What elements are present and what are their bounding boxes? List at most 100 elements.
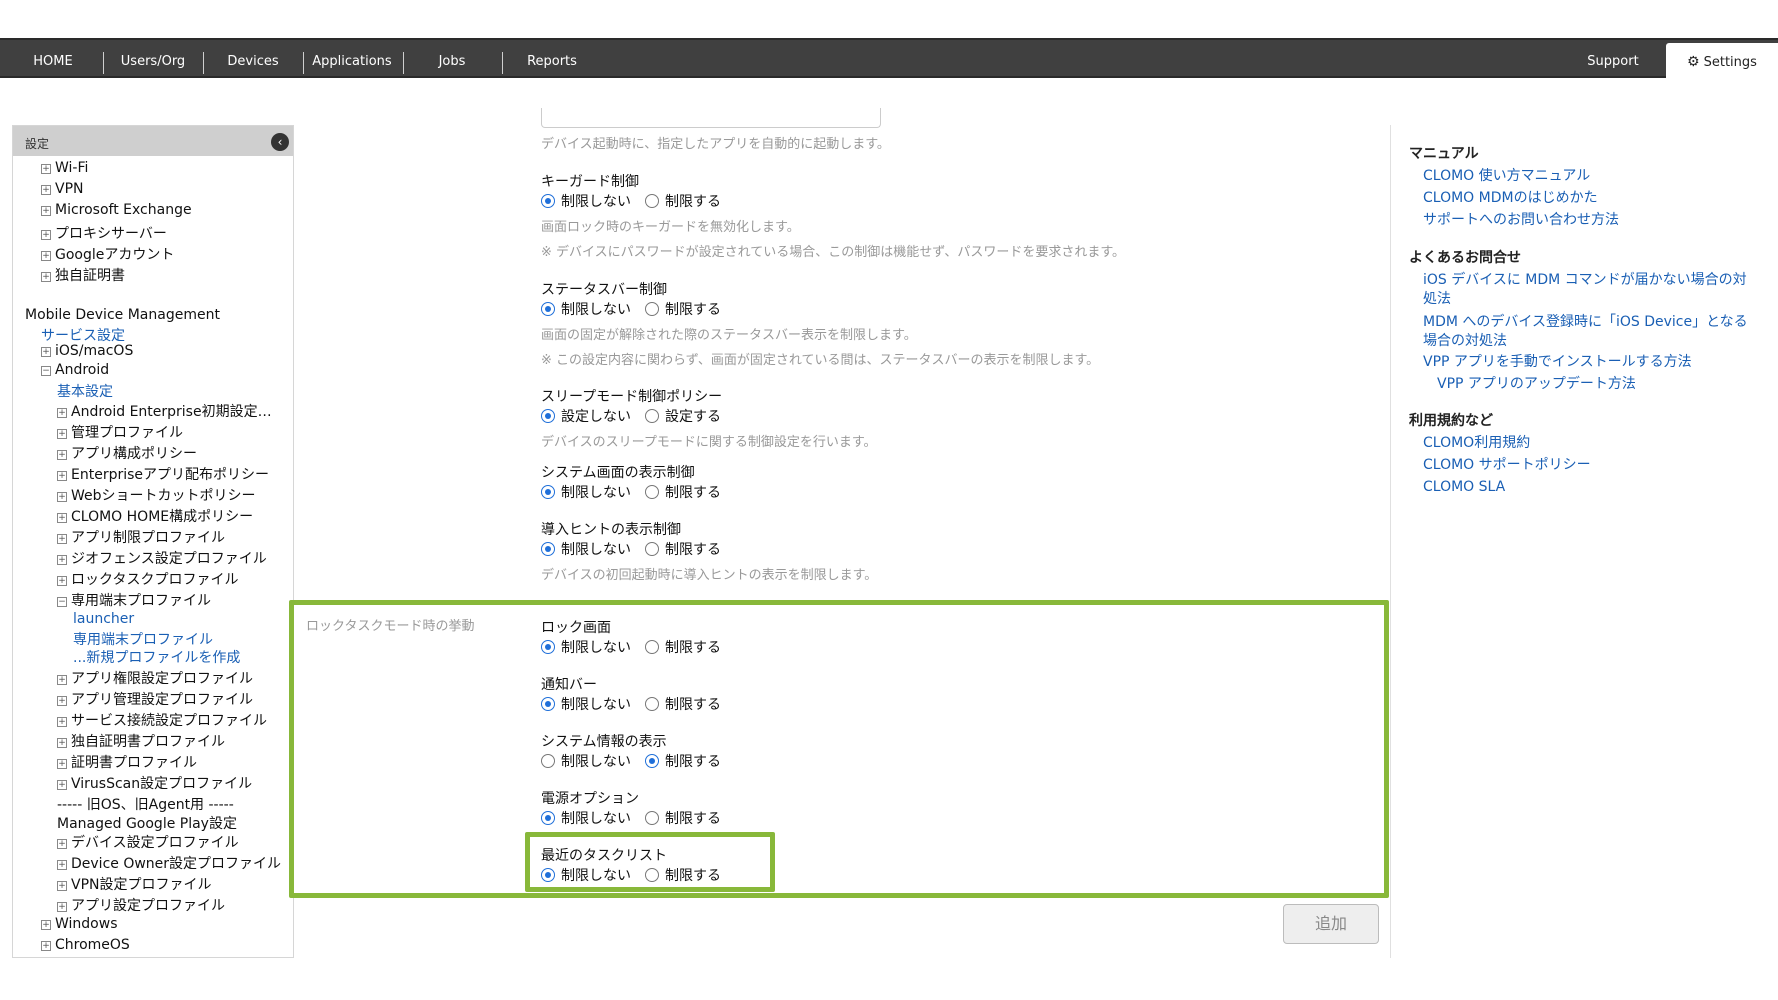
expand-icon[interactable]: + bbox=[57, 759, 67, 769]
sidebar-tree-item[interactable]: Managed Google Play設定 bbox=[57, 813, 237, 833]
expand-icon[interactable]: + bbox=[41, 230, 51, 240]
faq-link[interactable]: MDM へのデバイス登録時に「iOS Device」となる 場合の対処法 bbox=[1423, 313, 1748, 351]
sidebar-tree-item[interactable]: + アプリ構成ポリシー bbox=[57, 443, 197, 463]
manual-link[interactable]: CLOMO 使い方マニュアル bbox=[1423, 167, 1590, 186]
sidebar-tree-item[interactable]: Mobile Device Management bbox=[25, 307, 220, 323]
expand-icon[interactable]: + bbox=[57, 576, 67, 586]
radio-option-2[interactable] bbox=[645, 542, 659, 556]
nav-applications[interactable]: Applications bbox=[308, 40, 396, 76]
expand-icon[interactable]: + bbox=[41, 185, 51, 195]
expand-icon[interactable]: + bbox=[41, 347, 51, 357]
radio-option-1[interactable] bbox=[541, 302, 555, 316]
expand-icon[interactable]: + bbox=[41, 272, 51, 282]
expand-icon[interactable]: + bbox=[41, 164, 51, 174]
add-button[interactable]: 追加 bbox=[1283, 904, 1379, 944]
radio-option-1-label[interactable]: 制限しない bbox=[561, 542, 631, 558]
sidebar-tree-item[interactable]: + iOS/macOS bbox=[41, 343, 133, 359]
expand-icon[interactable]: + bbox=[57, 492, 67, 502]
expand-icon[interactable]: + bbox=[57, 717, 67, 727]
radio-option-1[interactable] bbox=[541, 485, 555, 499]
sidebar-tree-item[interactable]: + 管理プロファイル bbox=[57, 422, 183, 442]
radio-option-1-label[interactable]: 制限しない bbox=[561, 485, 631, 501]
autostart-app-input[interactable] bbox=[541, 108, 881, 128]
expand-icon[interactable]: + bbox=[57, 675, 67, 685]
expand-icon[interactable]: + bbox=[57, 696, 67, 706]
expand-icon[interactable]: + bbox=[57, 780, 67, 790]
radio-option-2[interactable] bbox=[645, 409, 659, 423]
radio-option-2-label[interactable]: 制限する bbox=[665, 194, 721, 210]
radio-option-1-label[interactable]: 制限しない bbox=[561, 194, 631, 210]
collapse-icon[interactable]: − bbox=[57, 597, 67, 607]
nav-settings-tab[interactable]: ⚙ Settings bbox=[1666, 43, 1778, 80]
sidebar-tree-item[interactable]: + 独自証明書プロファイル bbox=[57, 731, 225, 751]
nav-jobs[interactable]: Jobs bbox=[420, 40, 484, 76]
nav-reports[interactable]: Reports bbox=[518, 40, 586, 76]
sidebar-link[interactable]: 専用端末プロファイル bbox=[73, 629, 213, 649]
sidebar-tree-item[interactable]: + アプリ設定プロファイル bbox=[57, 895, 225, 915]
expand-icon[interactable]: + bbox=[41, 206, 51, 216]
sidebar-link[interactable]: 基本設定 bbox=[57, 381, 113, 401]
expand-icon[interactable]: + bbox=[57, 450, 67, 460]
expand-icon[interactable]: + bbox=[41, 941, 51, 951]
radio-option-1[interactable] bbox=[541, 542, 555, 556]
nav-support[interactable]: Support bbox=[1578, 40, 1648, 76]
radio-option-2[interactable] bbox=[645, 485, 659, 499]
expand-icon[interactable]: + bbox=[57, 902, 67, 912]
sidebar-link[interactable]: サービス設定 bbox=[41, 325, 125, 345]
manual-link[interactable]: サポートへのお問い合わせ方法 bbox=[1423, 211, 1619, 230]
sidebar-tree-item[interactable]: + VirusScan設定プロファイル bbox=[57, 773, 252, 793]
radio-option-2-label[interactable]: 設定する bbox=[665, 409, 721, 425]
faq-link[interactable]: iOS デバイスに MDM コマンドが届かない場合の対 処法 bbox=[1423, 271, 1747, 309]
radio-option-1-label[interactable]: 設定しない bbox=[561, 409, 631, 425]
sidebar-tree-item[interactable]: + アプリ管理設定プロファイル bbox=[57, 689, 253, 709]
terms-link[interactable]: CLOMO サポートポリシー bbox=[1423, 456, 1591, 475]
sidebar-tree-item[interactable]: + 独自証明書 bbox=[41, 265, 125, 285]
sidebar-tree-item[interactable]: + アプリ権限設定プロファイル bbox=[57, 668, 253, 688]
collapse-icon[interactable]: − bbox=[41, 366, 51, 376]
radio-option-2-label[interactable]: 制限する bbox=[665, 485, 721, 501]
collapse-sidebar-icon[interactable]: ‹ bbox=[271, 133, 289, 151]
sidebar-tree-item[interactable]: − Android bbox=[41, 362, 109, 378]
sidebar-tree-item[interactable]: ----- 旧OS、旧Agent用 ----- bbox=[57, 794, 234, 814]
radio-option-2[interactable] bbox=[645, 302, 659, 316]
nav-users-org[interactable]: Users/Org bbox=[110, 40, 196, 76]
sidebar-tree-item[interactable]: + CLOMO HOME構成ポリシー bbox=[57, 506, 253, 526]
sidebar-tree-item[interactable]: + VPN設定プロファイル bbox=[57, 874, 212, 894]
expand-icon[interactable]: + bbox=[57, 429, 67, 439]
sidebar-tree-item[interactable]: + プロキシサーバー bbox=[41, 223, 167, 243]
expand-icon[interactable]: + bbox=[57, 881, 67, 891]
sidebar-tree-item[interactable]: + ジオフェンス設定プロファイル bbox=[57, 548, 267, 568]
sidebar-tree-item[interactable]: + Webショートカットポリシー bbox=[57, 485, 256, 505]
sidebar-tree-item[interactable]: + Microsoft Exchange bbox=[41, 202, 192, 218]
radio-option-2[interactable] bbox=[645, 194, 659, 208]
radio-option-1[interactable] bbox=[541, 194, 555, 208]
sidebar-tree-item[interactable]: + Windows bbox=[41, 916, 118, 932]
sidebar-tree-item[interactable]: + Googleアカウント bbox=[41, 244, 174, 264]
expand-icon[interactable]: + bbox=[57, 738, 67, 748]
sidebar-tree-item[interactable]: + ロックタスクプロファイル bbox=[57, 569, 238, 589]
expand-icon[interactable]: + bbox=[57, 534, 67, 544]
sidebar-tree-item[interactable]: + アプリ制限プロファイル bbox=[57, 527, 225, 547]
sidebar-tree-item[interactable]: + サービス接続設定プロファイル bbox=[57, 710, 267, 730]
radio-option-2-label[interactable]: 制限する bbox=[665, 302, 721, 318]
sidebar-link[interactable]: ...新規プロファイルを作成 bbox=[73, 647, 240, 667]
sidebar-tree-item[interactable]: + Device Owner設定プロファイル bbox=[57, 853, 281, 873]
sidebar-tree-item[interactable]: + Enterpriseアプリ配布ポリシー bbox=[57, 464, 269, 484]
expand-icon[interactable]: + bbox=[41, 920, 51, 930]
sidebar-link[interactable]: launcher bbox=[73, 611, 134, 627]
nav-devices[interactable]: Devices bbox=[214, 40, 292, 76]
sidebar-tree-item[interactable]: + Wi-Fi bbox=[41, 160, 88, 176]
expand-icon[interactable]: + bbox=[57, 513, 67, 523]
expand-icon[interactable]: + bbox=[57, 860, 67, 870]
sidebar-tree-item[interactable]: + ChromeOS bbox=[41, 937, 130, 953]
sidebar-tree-item[interactable]: + 証明書プロファイル bbox=[57, 752, 197, 772]
expand-icon[interactable]: + bbox=[41, 251, 51, 261]
sidebar-tree-item[interactable]: + Android Enterprise初期設定… bbox=[57, 401, 272, 421]
radio-option-1-label[interactable]: 制限しない bbox=[561, 302, 631, 318]
expand-icon[interactable]: + bbox=[57, 471, 67, 481]
terms-link[interactable]: CLOMO SLA bbox=[1423, 478, 1505, 497]
terms-link[interactable]: CLOMO利用規約 bbox=[1423, 434, 1530, 453]
expand-icon[interactable]: + bbox=[57, 839, 67, 849]
nav-home[interactable]: HOME bbox=[20, 40, 86, 76]
radio-option-2-label[interactable]: 制限する bbox=[665, 542, 721, 558]
